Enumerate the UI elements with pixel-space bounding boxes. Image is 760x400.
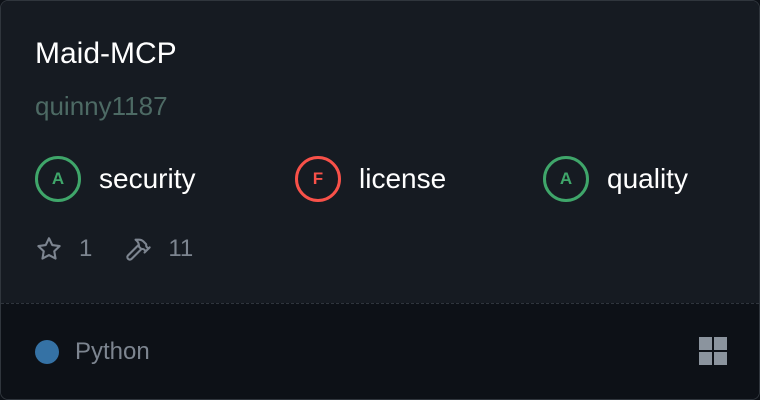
security-grade-label: security bbox=[99, 163, 196, 194]
license-grade-label: license bbox=[359, 163, 447, 194]
server-author[interactable]: quinny1187 bbox=[35, 89, 168, 123]
star-icon bbox=[35, 235, 63, 263]
hammer-icon bbox=[124, 235, 152, 263]
language-name: Python bbox=[75, 338, 150, 365]
security-grade: A security bbox=[35, 155, 195, 203]
tools-count: 11 bbox=[168, 235, 194, 262]
license-grade: F license bbox=[295, 155, 446, 203]
star-count: 1 bbox=[79, 235, 93, 262]
server-stats: 1 11 bbox=[35, 231, 193, 267]
server-name[interactable]: Maid-MCP bbox=[35, 34, 177, 74]
windows-icon bbox=[699, 337, 727, 365]
language-color-dot bbox=[35, 340, 59, 364]
security-grade-badge: A bbox=[35, 156, 81, 202]
language-indicator: Python bbox=[35, 335, 150, 369]
license-grade-badge: F bbox=[295, 156, 341, 202]
server-card[interactable]: Maid-MCP quinny1187 A security F license… bbox=[0, 0, 760, 400]
quality-grade-badge: A bbox=[543, 156, 589, 202]
quality-grade-label: quality bbox=[607, 163, 688, 194]
quality-grade: A quality bbox=[543, 155, 688, 203]
